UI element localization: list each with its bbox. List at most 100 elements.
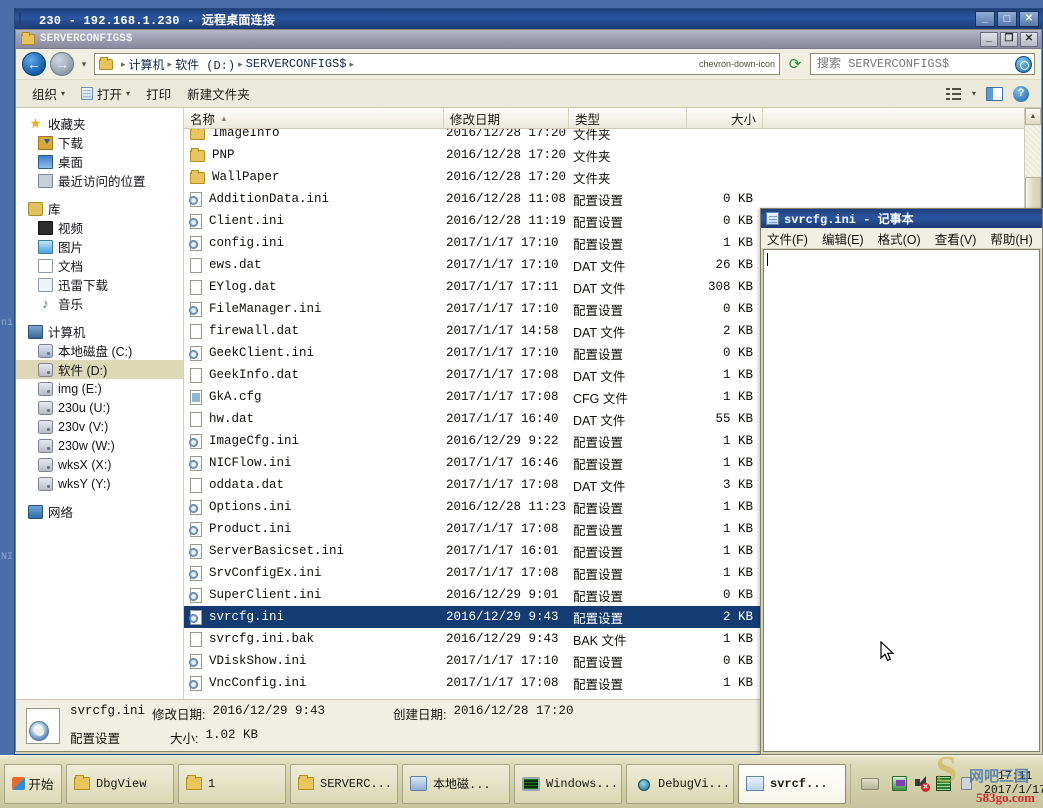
taskbar-button-serverconfigs[interactable]: SERVERC... <box>290 763 398 804</box>
back-arrow-icon[interactable]: ← <box>22 52 46 76</box>
text-caret <box>767 253 768 266</box>
rdp-close-button[interactable]: ✕ <box>1019 11 1039 27</box>
column-header-size[interactable]: 大小 <box>687 108 763 128</box>
sidebar-item-thunder-download[interactable]: 迅雷下载 <box>16 275 183 294</box>
table-row[interactable]: WallPaper 2016/12/28 17:20 文件夹 <box>184 166 1024 188</box>
green-grid-icon[interactable] <box>936 776 951 791</box>
menu-format[interactable]: 格式(O) <box>878 229 921 248</box>
explorer-titlebar[interactable]: SERVERCONFIGS$ _ ❐ ✕ <box>16 30 1041 49</box>
sidebar-item-desktop[interactable]: 桌面 <box>16 152 183 171</box>
file-size-cell: 0 KB <box>722 346 753 360</box>
sidebar-item-drive-c[interactable]: 本地磁盘 (C:) <box>16 341 183 360</box>
ini-file-large-icon <box>26 707 60 744</box>
sidebar-item-documents[interactable]: 文档 <box>16 256 183 275</box>
sidebar-item-drive-v[interactable]: 230v (V:) <box>16 417 183 436</box>
sidebar-item-libraries[interactable]: 库 <box>16 199 183 218</box>
search-box[interactable] <box>810 53 1035 75</box>
table-row[interactable]: PNP 2016/12/28 17:20 文件夹 <box>184 144 1024 166</box>
file-name-cell: ews.dat <box>184 257 444 273</box>
search-magnifier-icon[interactable] <box>1015 55 1032 73</box>
file-size-cell: 1 KB <box>722 456 753 470</box>
refresh-icon[interactable]: ⟳ <box>784 53 806 75</box>
sidebar-item-drive-u[interactable]: 230u (U:) <box>16 398 183 417</box>
taskbar-button-svrcfg-notepad[interactable]: svrcf... <box>738 763 846 804</box>
recent-pages-chevron-icon[interactable]: ▾ <box>78 59 90 70</box>
explorer-close-button[interactable]: ✕ <box>1020 31 1038 47</box>
file-date-cell: 2016/12/28 11:19 <box>446 214 567 228</box>
sidebar-item-drive-w[interactable]: 230w (W:) <box>16 436 183 455</box>
drive-icon <box>38 438 53 453</box>
file-name-text: ServerBasicset.ini <box>209 544 345 558</box>
music-icon: ♪ <box>42 295 49 311</box>
help-icon[interactable]: ? <box>1013 85 1029 102</box>
scroll-up-button[interactable]: ▲ <box>1025 108 1041 125</box>
file-name-cell: Product.ini <box>184 521 444 537</box>
documents-icon <box>38 258 53 273</box>
file-type-cell: 配置设置 <box>573 501 624 516</box>
file-date-cell: 2016/12/29 9:43 <box>446 610 559 624</box>
organize-button[interactable]: 组织 ▾ <box>24 81 73 106</box>
column-header-name[interactable]: 名称 ▲ <box>184 108 444 128</box>
network-monitor-icon[interactable] <box>892 776 907 791</box>
taskbar-button-1[interactable]: 1 <box>178 763 286 804</box>
sidebar-item-network[interactable]: 网络 <box>16 502 183 521</box>
volume-muted-icon[interactable]: ✕ <box>914 776 930 792</box>
rdp-titlebar[interactable]: 230 - 192.168.1.230 - 远程桌面连接 _ □ ✕ <box>15 9 1042 29</box>
change-view-icon[interactable] <box>945 87 962 101</box>
taskbar-button-local-disk[interactable]: 本地磁... <box>402 763 510 804</box>
breadcrumb-folder[interactable]: SERVERCONFIGS$ <box>246 57 347 71</box>
chevron-down-icon[interactable]: ▾ <box>972 89 976 98</box>
file-type-cell: 配置设置 <box>573 435 624 450</box>
taskbar-button-windows[interactable]: Windows... <box>514 763 622 804</box>
breadcrumb-computer[interactable]: 计算机 <box>129 56 165 73</box>
sidebar-item-music[interactable]: ♪ 音乐 <box>16 294 183 313</box>
print-button[interactable]: 打印 <box>138 81 179 106</box>
sidebar-item-drive-e[interactable]: img (E:) <box>16 379 183 398</box>
chevron-down-icon[interactable]: chevron-down-icon <box>693 59 775 69</box>
explorer-minimize-button[interactable]: _ <box>980 31 998 47</box>
rdp-restore-button[interactable]: □ <box>997 11 1017 27</box>
column-header-type[interactable]: 类型 <box>569 108 687 128</box>
explorer-window-controls: _ ❐ ✕ <box>980 31 1041 47</box>
sidebar-item-downloads[interactable]: 下载 <box>16 133 183 152</box>
menu-view[interactable]: 查看(V) <box>935 229 977 248</box>
menu-help[interactable]: 帮助(H) <box>990 229 1032 248</box>
keyboard-language-icon[interactable] <box>861 777 879 790</box>
sidebar-item-recent-places[interactable]: 最近访问的位置 <box>16 171 183 190</box>
sidebar-item-drive-y[interactable]: wksY (Y:) <box>16 474 183 493</box>
forward-arrow-icon[interactable]: → <box>50 52 74 76</box>
file-size-cell: 1 KB <box>722 632 753 646</box>
bug-icon <box>634 776 652 792</box>
taskbar-button-debugview[interactable]: DebugVi... <box>626 763 734 804</box>
sidebar-item-computer[interactable]: 计算机 <box>16 322 183 341</box>
file-name-cell: svrcfg.ini.bak <box>184 631 444 647</box>
file-date-cell: 2017/1/17 17:10 <box>446 654 559 668</box>
sidebar-item-drive-d[interactable]: 软件 (D:) <box>16 360 183 379</box>
explorer-restore-button[interactable]: ❐ <box>1000 31 1018 47</box>
open-button[interactable]: 打开 ▾ <box>73 81 138 106</box>
rdp-minimize-button[interactable]: _ <box>975 11 995 27</box>
new-folder-button[interactable]: 新建文件夹 <box>179 81 258 106</box>
address-breadcrumb-bar[interactable]: ▸ 计算机 ▸ 软件 (D:) ▸ SERVERCONFIGS$ ▸ chevr… <box>94 53 780 75</box>
navigation-pane[interactable]: ★ 收藏夹 下载 桌面 最近访问的位置 库 视频 图片 文档 迅雷下载 ♪ 音乐… <box>16 108 184 699</box>
generic-file-icon <box>190 411 202 427</box>
sidebar-item-videos[interactable]: 视频 <box>16 218 183 237</box>
sidebar-item-favorites[interactable]: ★ 收藏夹 <box>16 114 183 133</box>
taskbar-clock[interactable]: 17:11 2017/1/17 <box>980 770 1043 798</box>
search-input[interactable] <box>817 57 1015 71</box>
menu-edit[interactable]: 编辑(E) <box>822 229 864 248</box>
taskbar-button-dbgview[interactable]: DbgView <box>66 763 174 804</box>
file-size-cell: 0 KB <box>722 302 753 316</box>
breadcrumb-drive[interactable]: 软件 (D:) <box>175 56 235 73</box>
notepad-text-area[interactable] <box>763 249 1040 752</box>
usb-device-icon[interactable] <box>958 776 973 791</box>
column-header-date[interactable]: 修改日期 <box>444 108 569 128</box>
sidebar-item-pictures[interactable]: 图片 <box>16 237 183 256</box>
preview-pane-icon[interactable] <box>986 86 1003 101</box>
notepad-titlebar[interactable]: svrcfg.ini - 记事本 <box>761 209 1042 228</box>
table-row[interactable]: ImageInfo 2016/12/28 17:20 文件夹 <box>184 129 1024 144</box>
menu-file[interactable]: 文件(F) <box>767 229 808 248</box>
start-button[interactable]: 开始 <box>4 763 62 804</box>
sidebar-item-drive-x[interactable]: wksX (X:) <box>16 455 183 474</box>
table-row[interactable]: AdditionData.ini 2016/12/28 11:08 配置设置 0 KB <box>184 188 1024 210</box>
